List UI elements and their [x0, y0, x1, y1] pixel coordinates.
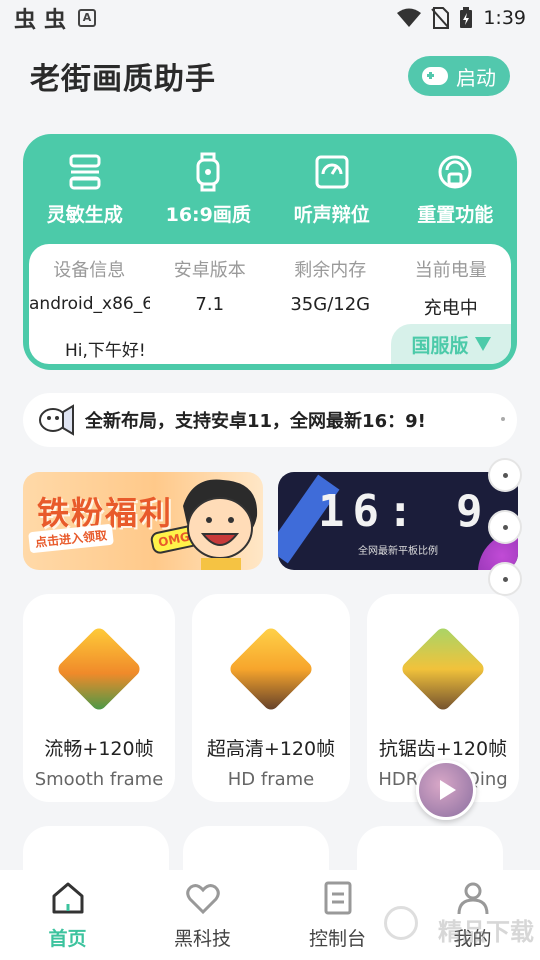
- carousel-dot[interactable]: [488, 562, 522, 596]
- func-reset[interactable]: 重置功能: [395, 152, 515, 227]
- no-sim-icon: [431, 7, 450, 29]
- announcement-text: 全新布局，支持安卓11，全网最新16：9!: [85, 411, 426, 432]
- feature-title: 抗锯齿+120帧: [378, 738, 508, 760]
- android-version-value: 7.1: [195, 294, 225, 315]
- play-icon: [440, 780, 456, 800]
- memory-value: 35G/12G: [290, 294, 371, 315]
- feature-title: 超高清+120帧: [206, 738, 336, 760]
- func-sound-locate[interactable]: 听声辩位: [272, 152, 392, 227]
- watch-icon: [196, 152, 220, 192]
- gamepad-icon: [422, 67, 448, 85]
- cartoon-boy-icon: [183, 479, 258, 570]
- info-header: 剩余内存: [294, 260, 367, 281]
- func-sensitivity[interactable]: 灵敏生成: [25, 152, 145, 227]
- document-icon: [324, 881, 351, 915]
- func-169-quality[interactable]: 16:9画质: [148, 152, 268, 227]
- function-card: 灵敏生成 16:9画质 听声辩位 重置功能 设备信息 android_x86_64…: [23, 134, 517, 370]
- func-label: 灵敏生成: [46, 204, 123, 226]
- page-title: 老街画质助手: [30, 62, 216, 97]
- status-app-glyph-1: 虫: [14, 8, 37, 33]
- watermark-logo-icon: [384, 906, 418, 940]
- megaphone-icon: [39, 404, 74, 436]
- feature-smooth-card[interactable]: 流畅+120帧 Smooth frame: [23, 594, 175, 802]
- game-character-icon: [55, 625, 143, 713]
- greeting-text: Hi,下午好!: [65, 341, 146, 361]
- ratio-caption: 全网最新平板比例: [358, 546, 438, 557]
- game-character-icon: [399, 625, 487, 713]
- app-header: 老街画质助手 启动: [0, 48, 540, 104]
- battery-value: 充电中: [423, 298, 478, 319]
- info-header: 当前电量: [414, 260, 487, 281]
- carousel-dot[interactable]: [488, 458, 522, 492]
- announcement-bar[interactable]: 全新布局，支持安卓11，全网最新16：9!: [23, 393, 517, 447]
- region-label: 国服版: [411, 334, 469, 357]
- ratio-text: 16: 9: [318, 486, 491, 537]
- carousel-dot[interactable]: [488, 510, 522, 544]
- launch-button-label: 启动: [456, 65, 496, 90]
- nav-label: 黑科技: [173, 928, 231, 950]
- nav-label: 首页: [48, 928, 87, 950]
- func-label: 重置功能: [417, 204, 494, 226]
- nav-console[interactable]: 控制台: [278, 880, 398, 951]
- layers-icon: [69, 154, 101, 190]
- heart-icon: [185, 884, 220, 915]
- status-app-glyph-2: 虫: [44, 8, 67, 33]
- floating-play-button[interactable]: [416, 760, 476, 820]
- nav-home[interactable]: 首页: [8, 880, 128, 951]
- feature-title: 流畅+120帧: [44, 738, 154, 760]
- reset-icon: [438, 155, 472, 189]
- game-character-icon: [227, 625, 315, 713]
- fan-welfare-banner[interactable]: 铁粉福利 点击进入领取 OMG!: [23, 472, 263, 570]
- device-model-value: android_x86_64: [29, 294, 150, 314]
- info-header: 安卓版本: [173, 260, 246, 281]
- user-icon: [457, 882, 488, 915]
- feature-hd-card[interactable]: 超高清+120帧 HD frame: [192, 594, 350, 802]
- triangle-down-icon: [474, 337, 491, 351]
- dot-icon: [501, 417, 505, 421]
- region-selector[interactable]: 国服版: [391, 324, 511, 364]
- ratio-banner[interactable]: 16: 9 全网最新平板比例: [278, 472, 518, 570]
- gauge-icon: [315, 155, 349, 189]
- clock: 1:39: [483, 7, 526, 29]
- device-info-panel: 设备信息 android_x86_64 安卓版本 7.1 剩余内存 35G/12G 当…: [29, 244, 511, 364]
- battery-charging-icon: [460, 7, 473, 28]
- status-bar: 虫 虫 A 1:39: [0, 0, 540, 36]
- home-icon: [52, 882, 83, 914]
- nav-black-tech[interactable]: 黑科技: [143, 880, 263, 951]
- wifi-icon: [397, 8, 422, 27]
- func-label: 听声辩位: [293, 204, 370, 226]
- func-label: 16:9画质: [165, 204, 251, 226]
- info-header: 设备信息: [53, 260, 126, 281]
- feature-subtitle: HD frame: [227, 769, 315, 790]
- feature-subtitle: Smooth frame: [34, 769, 164, 790]
- watermark-text: 精品下载: [438, 918, 534, 946]
- a-icon: A: [78, 9, 97, 27]
- launch-button[interactable]: 启动: [408, 56, 510, 96]
- nav-label: 控制台: [308, 928, 366, 950]
- carousel-indicators: [488, 458, 528, 614]
